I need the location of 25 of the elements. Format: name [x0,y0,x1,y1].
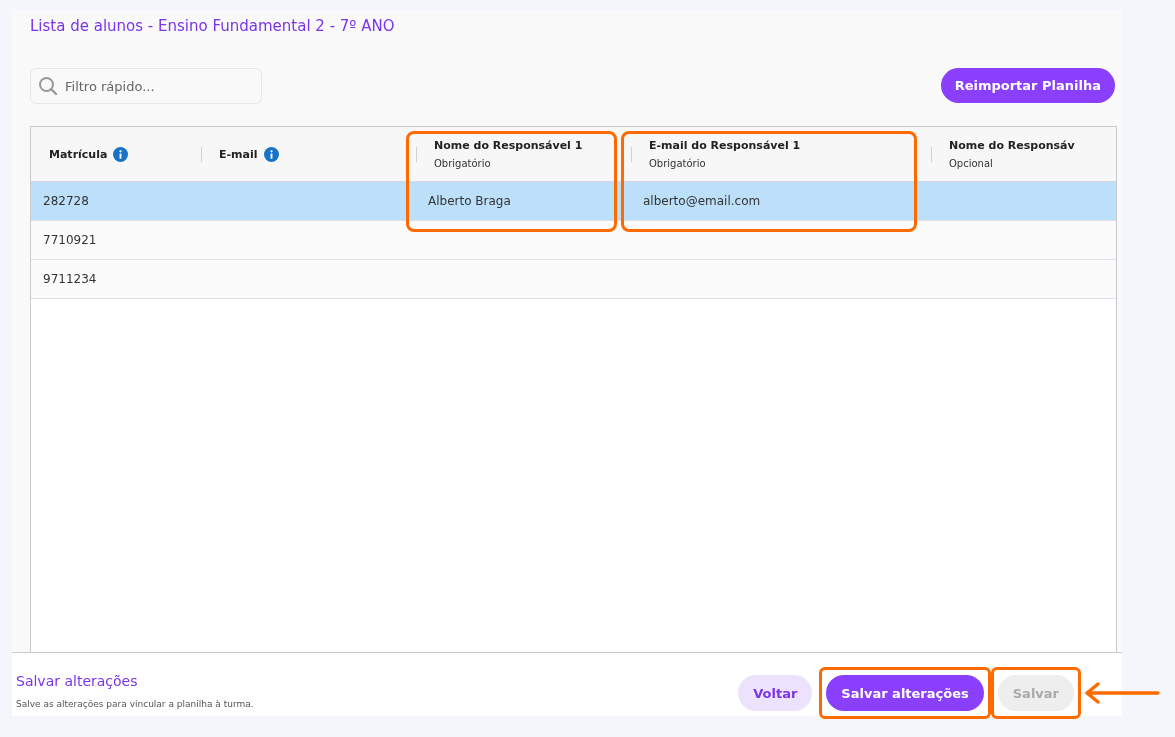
column-header[interactable]: Nome do Responsável 1 Obrigatório [416,127,631,182]
column-note: Opcional [949,158,994,169]
column-title: Nome do Responsável 1 [434,139,583,152]
table-cell: 7710921 [31,221,201,260]
column-title: Nome do Responsáv [949,139,1075,152]
column-header[interactable]: Nome do Responsáv Opcional [931,127,1116,182]
action-button[interactable]: Salvar alterações [826,675,984,711]
footer-title: Salvar alterações [16,673,138,689]
table-cell: Alberto Braga [416,182,631,221]
column-note: Obrigatório [434,158,492,169]
column-title: E-mail do Responsável 1 [649,139,801,152]
column-title: Matrícula [49,147,108,161]
search-field[interactable]: Filtro rápido... [30,68,262,104]
table-cell: 282728 [31,182,201,221]
table-cell: alberto@email.com [631,182,931,221]
page-title: Lista de alunos - Ensino Fundamental 2 - 7º ANO [30,17,395,35]
column-header[interactable]: E-mail do Responsável 1 Obrigatório [631,127,931,182]
table-cell: 9711234 [31,260,201,299]
column-header[interactable]: Matrícula [31,127,201,182]
column-header[interactable]: E-mail [201,127,416,182]
footer-description: Salve as alterações para vincular a planilha à turma. [16,699,254,709]
action-button[interactable]: Voltar [738,675,813,711]
column-note: Obrigatório [649,158,707,169]
reimport-button[interactable]: Reimportar Planilha [940,68,1115,103]
column-title: E-mail [219,147,258,161]
